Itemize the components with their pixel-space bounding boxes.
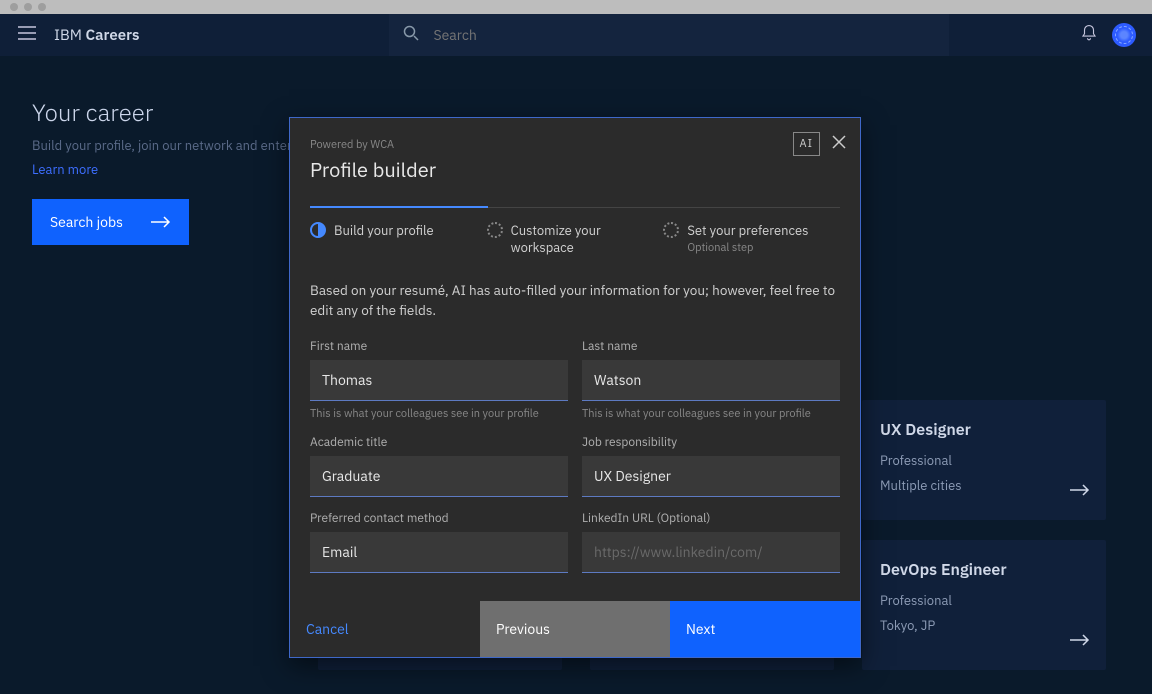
last-name-help: This is what your colleagues see in your… [582,407,840,421]
arrow-right-icon [1070,632,1090,652]
job-responsibility-label: Job responsibility [582,435,840,450]
job-card-line1: Professional [880,592,1088,609]
search-bar[interactable] [389,14,949,56]
profile-builder-modal: AI Powered by WCA Profile builder Build … [289,117,861,658]
linkedin-url-label: LinkedIn URL (Optional) [582,511,840,526]
menu-icon[interactable] [0,25,54,45]
academic-title-input[interactable] [310,456,568,497]
field-contact-method: Preferred contact method [310,511,568,573]
search-icon [389,25,433,46]
header-actions [1080,23,1152,47]
app-header: IBM Careers [0,14,1152,56]
brand: IBM Careers [54,26,139,45]
traffic-light-dot [24,3,32,11]
window-chrome [0,0,1152,14]
next-button[interactable]: Next [670,601,860,657]
job-card-line2: Tokyo, JP [880,617,1088,634]
field-academic-title: Academic title [310,435,568,497]
job-card-devops[interactable]: DevOps Engineer Professional Tokyo, JP [862,540,1106,670]
avatar[interactable] [1112,23,1136,47]
previous-button[interactable]: Previous [480,601,670,657]
step-pending-icon [663,222,679,238]
job-responsibility-input[interactable] [582,456,840,497]
linkedin-url-input[interactable] [582,532,840,573]
contact-method-input[interactable] [310,532,568,573]
first-name-input[interactable] [310,360,568,401]
step-label: Customize your workspace [511,222,664,256]
step-optional-label: Optional step [687,241,808,255]
arrow-right-icon [1070,482,1090,502]
brand-prefix: IBM [54,26,86,45]
search-jobs-button[interactable]: Search jobs [32,199,189,245]
contact-method-label: Preferred contact method [310,511,568,526]
last-name-input[interactable] [582,360,840,401]
step-customize-workspace[interactable]: Customize your workspace [487,208,664,256]
step-active-icon [310,222,326,238]
first-name-help: This is what your colleagues see in your… [310,407,568,421]
field-linkedin-url: LinkedIn URL (Optional) [582,511,840,573]
modal-description: Based on your resumé, AI has auto-filled… [310,280,840,321]
traffic-light-dot [10,3,18,11]
profile-form: First name This is what your colleagues … [310,339,840,573]
notifications-icon[interactable] [1080,24,1098,47]
academic-title-label: Academic title [310,435,568,450]
step-pending-icon [487,222,503,238]
learn-more-link[interactable]: Learn more [32,161,98,178]
traffic-light-dot [38,3,46,11]
app-root: IBM Careers Your career Build your profi… [0,14,1152,694]
step-set-preferences[interactable]: Set your preferences Optional step [663,208,840,256]
close-icon[interactable] [832,135,846,153]
first-name-label: First name [310,339,568,354]
last-name-label: Last name [582,339,840,354]
step-label: Set your preferences [687,222,808,239]
field-last-name: Last name This is what your colleagues s… [582,339,840,421]
step-build-profile[interactable]: Build your profile [310,208,487,256]
modal-powered-by: Powered by WCA [310,138,840,152]
modal-footer: Cancel Previous Next [290,601,860,657]
field-first-name: First name This is what your colleagues … [310,339,568,421]
ai-badge: AI [793,132,820,156]
search-jobs-label: Search jobs [50,213,123,231]
search-input[interactable] [433,26,949,44]
job-card-line1: Professional [880,452,1088,469]
job-card-ux[interactable]: UX Designer Professional Multiple cities [862,400,1106,520]
stepper: Build your profile Customize your worksp… [310,207,840,256]
step-label: Build your profile [334,222,434,239]
job-card-title: UX Designer [880,420,1088,440]
cancel-button[interactable]: Cancel [290,601,480,657]
job-card-title: DevOps Engineer [880,560,1088,580]
modal-title: Profile builder [310,156,840,183]
field-job-responsibility: Job responsibility [582,435,840,497]
job-card-line2: Multiple cities [880,477,1088,494]
brand-main: Careers [86,26,140,45]
